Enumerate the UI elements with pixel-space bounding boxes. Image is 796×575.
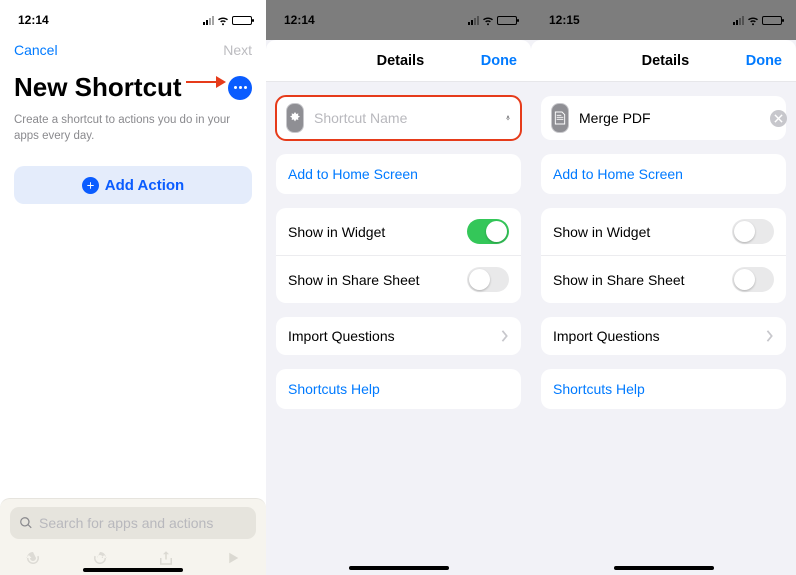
- import-questions-button[interactable]: Import Questions: [276, 317, 521, 355]
- plus-icon: [82, 177, 99, 194]
- home-indicator[interactable]: [614, 566, 714, 570]
- sheet-nav: Details Done: [531, 40, 796, 82]
- wifi-icon: [747, 14, 759, 26]
- shortcuts-help-button[interactable]: Shortcuts Help: [541, 369, 786, 409]
- home-indicator[interactable]: [349, 566, 449, 570]
- screen-new-shortcut: 12:14 Cancel Next New Shortcut Create a …: [0, 0, 266, 575]
- shortcut-glyph-icon[interactable]: [286, 103, 304, 133]
- import-questions-label: Import Questions: [553, 328, 660, 344]
- import-questions-label: Import Questions: [288, 328, 395, 344]
- sheet-nav: Details Done: [266, 40, 531, 82]
- wifi-icon: [482, 14, 494, 26]
- annotation-arrow: [186, 72, 226, 92]
- next-button[interactable]: Next: [223, 42, 252, 58]
- show-in-share-toggle[interactable]: [732, 267, 774, 292]
- cellular-icon: [733, 16, 744, 25]
- share-icon[interactable]: [157, 549, 175, 567]
- show-in-widget-label: Show in Widget: [553, 224, 650, 240]
- search-input[interactable]: [10, 507, 256, 539]
- redo-icon[interactable]: [91, 549, 109, 567]
- done-button[interactable]: Done: [746, 53, 782, 69]
- add-action-button[interactable]: Add Action: [14, 166, 252, 204]
- status-time: 12:15: [549, 13, 580, 27]
- shortcut-name-card: [541, 96, 786, 140]
- show-in-share-label: Show in Share Sheet: [553, 272, 685, 288]
- close-icon: [774, 114, 783, 123]
- cellular-icon: [203, 16, 214, 25]
- search-icon: [19, 516, 33, 530]
- show-in-share-label: Show in Share Sheet: [288, 272, 420, 288]
- sheet-title: Details: [642, 53, 690, 69]
- show-in-share-row: Show in Share Sheet: [276, 255, 521, 303]
- done-button[interactable]: Done: [481, 53, 517, 69]
- page-subtitle: Create a shortcut to actions you do in y…: [0, 109, 266, 144]
- status-time: 12:14: [284, 13, 315, 27]
- chevron-right-icon: [501, 330, 509, 342]
- chevron-right-icon: [766, 330, 774, 342]
- show-in-share-toggle[interactable]: [467, 267, 509, 292]
- clear-name-button[interactable]: [770, 110, 787, 127]
- shortcut-name-input[interactable]: [314, 110, 495, 126]
- status-bar: 12:15: [531, 0, 796, 32]
- show-in-widget-row: Show in Widget: [276, 208, 521, 255]
- show-in-widget-row: Show in Widget: [541, 208, 786, 255]
- nav-bar: Cancel Next: [0, 32, 266, 62]
- status-bar: 12:14: [0, 0, 266, 32]
- shortcut-glyph-icon[interactable]: [551, 103, 569, 133]
- screen-details-filled: 12:15 Details Done Add to Home Screen: [531, 0, 796, 575]
- home-indicator[interactable]: [83, 568, 183, 572]
- shortcuts-help-button[interactable]: Shortcuts Help: [276, 369, 521, 409]
- play-icon[interactable]: [224, 549, 242, 567]
- undo-icon[interactable]: [24, 549, 42, 567]
- add-to-home-button[interactable]: Add to Home Screen: [276, 154, 521, 194]
- screen-details-blank: 12:14 Details Done Add to Home Screen Sh…: [266, 0, 531, 575]
- sheet-title: Details: [377, 53, 425, 69]
- bottom-sheet: [0, 498, 266, 575]
- status-bar: 12:14: [266, 0, 531, 32]
- battery-icon: [232, 16, 252, 25]
- status-time: 12:14: [18, 13, 49, 27]
- shortcut-name-input[interactable]: [579, 110, 760, 126]
- dictate-icon[interactable]: [505, 109, 511, 127]
- show-in-widget-toggle[interactable]: [467, 219, 509, 244]
- battery-icon: [497, 16, 517, 25]
- show-in-share-row: Show in Share Sheet: [541, 255, 786, 303]
- show-in-widget-label: Show in Widget: [288, 224, 385, 240]
- battery-icon: [762, 16, 782, 25]
- search-field[interactable]: [39, 515, 247, 531]
- show-in-widget-toggle[interactable]: [732, 219, 774, 244]
- wifi-icon: [217, 14, 229, 26]
- more-button[interactable]: [228, 76, 252, 100]
- page-title: New Shortcut: [14, 72, 182, 103]
- shortcut-name-card: [276, 96, 521, 140]
- cancel-button[interactable]: Cancel: [14, 42, 58, 58]
- add-action-label: Add Action: [105, 177, 184, 194]
- import-questions-button[interactable]: Import Questions: [541, 317, 786, 355]
- add-to-home-button[interactable]: Add to Home Screen: [541, 154, 786, 194]
- cellular-icon: [468, 16, 479, 25]
